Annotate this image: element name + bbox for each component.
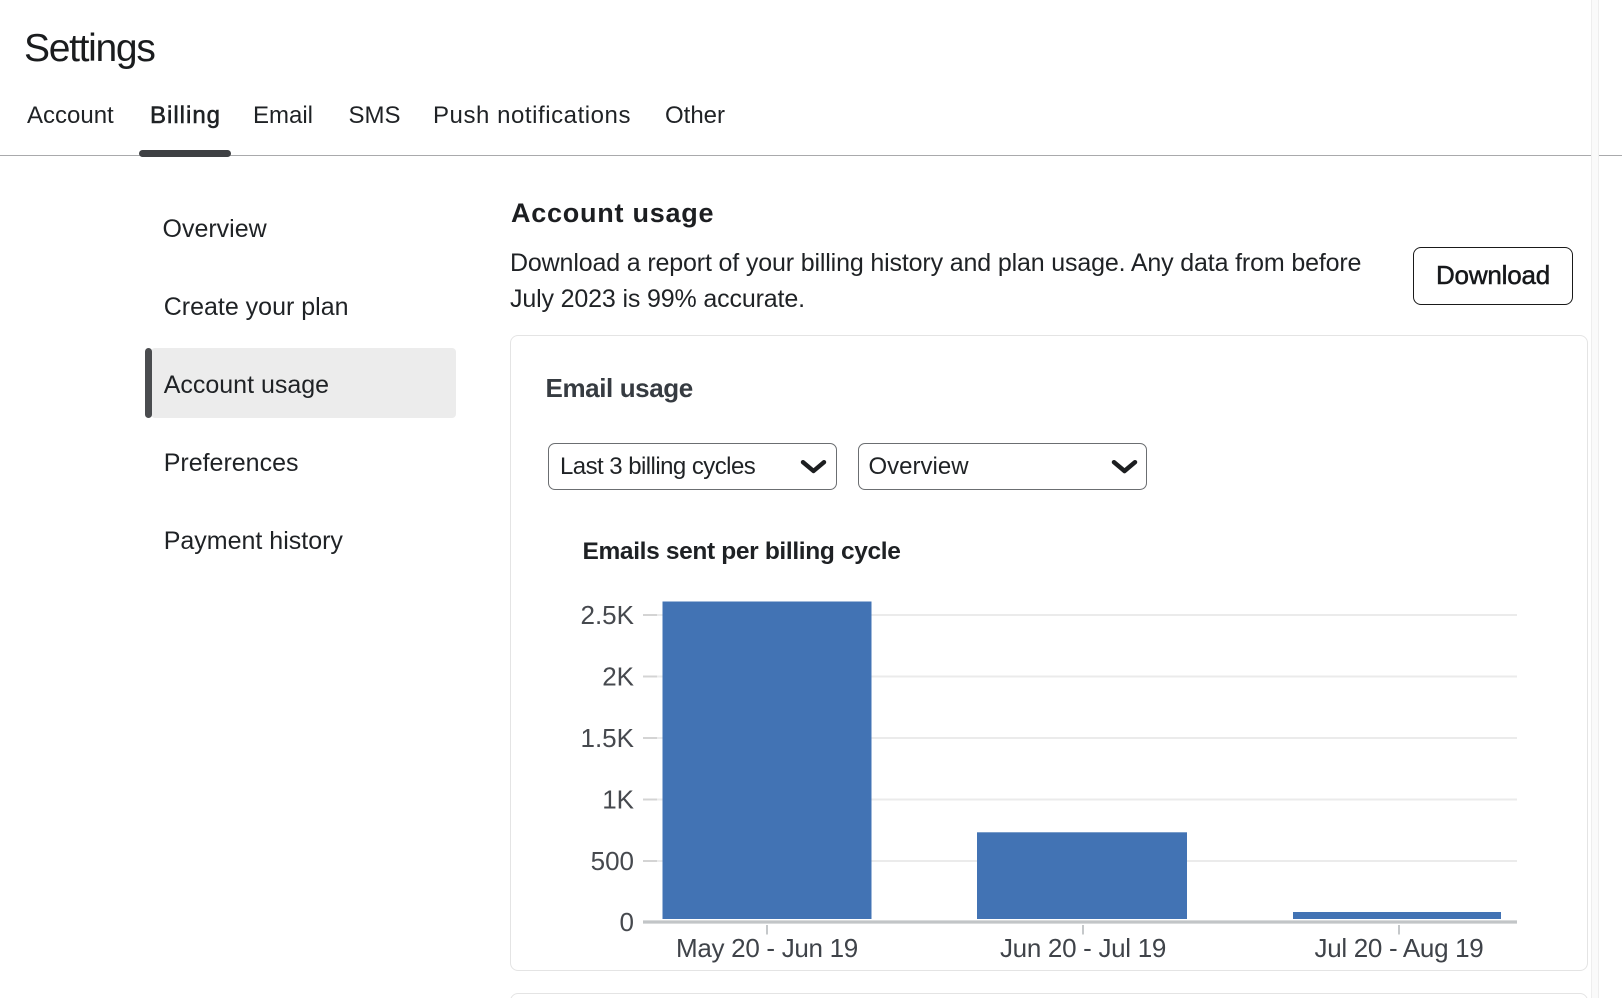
- svg-text:1K: 1K: [602, 784, 634, 814]
- svg-text:1.5K: 1.5K: [580, 723, 634, 753]
- svg-text:May 20 - Jun 19: May 20 - Jun 19: [676, 933, 858, 963]
- svg-text:Jul 20 - Aug 19: Jul 20 - Aug 19: [1314, 933, 1483, 963]
- svg-text:0: 0: [619, 907, 633, 937]
- svg-text:Jun 20 - Jul 19: Jun 20 - Jul 19: [999, 933, 1165, 963]
- svg-text:2.5K: 2.5K: [580, 600, 634, 630]
- svg-text:2K: 2K: [602, 661, 634, 691]
- svg-text:500: 500: [590, 846, 633, 876]
- svg-text:Emails sent per billing cycle: Emails sent per billing cycle: [582, 537, 900, 564]
